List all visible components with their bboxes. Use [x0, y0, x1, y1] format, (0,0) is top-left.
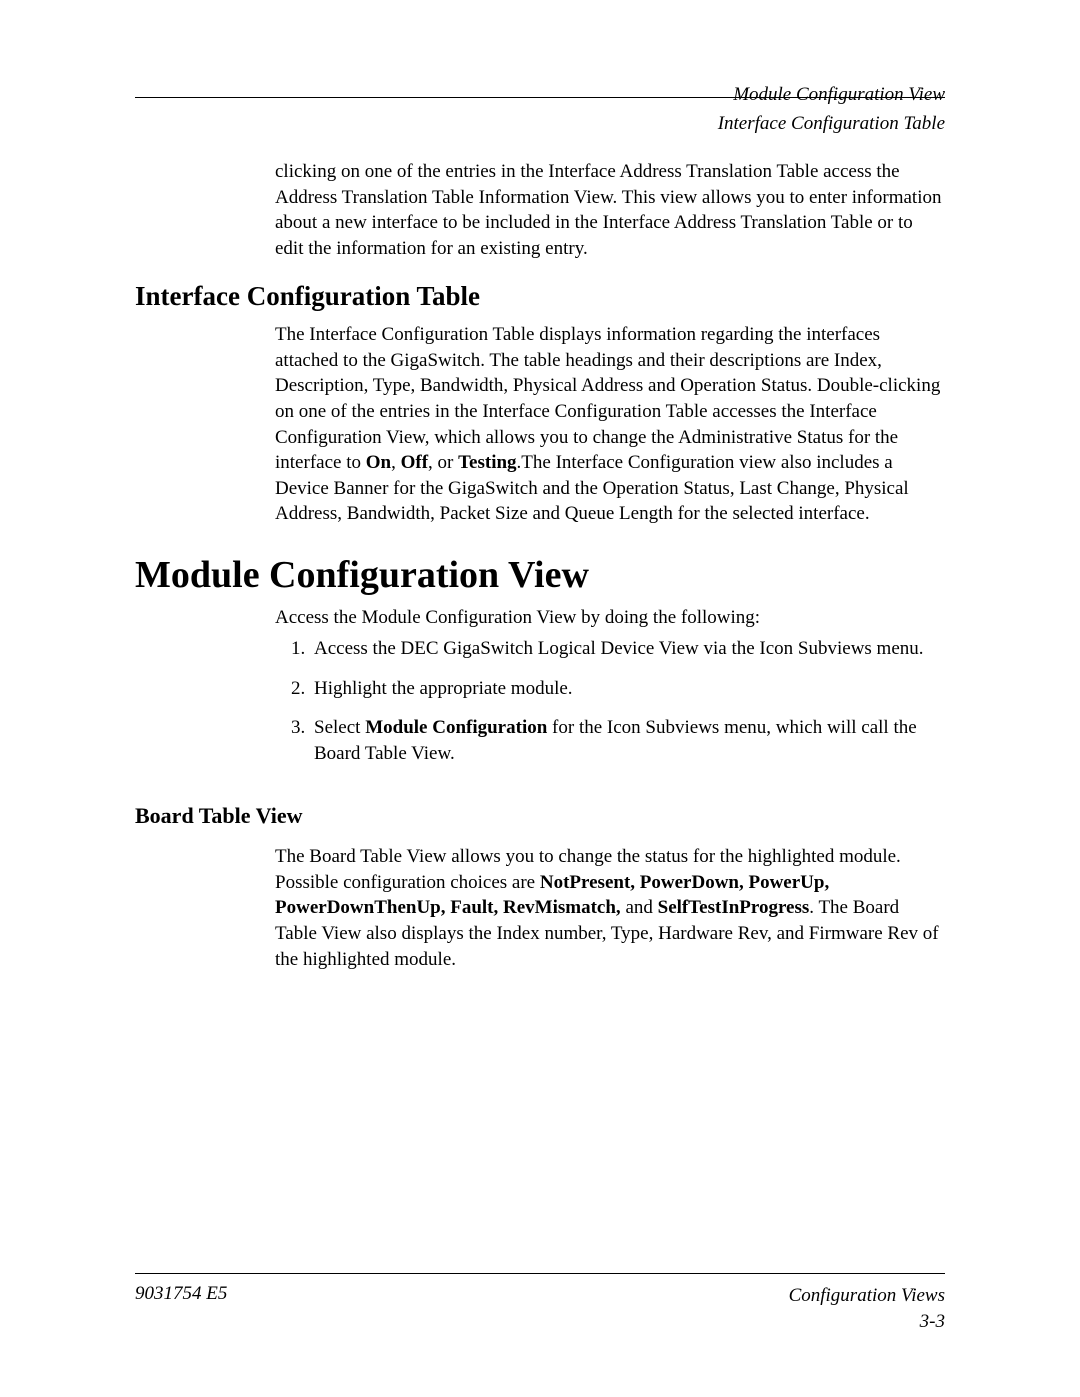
step-bold: Module Configuration: [365, 717, 547, 738]
text: ,: [391, 452, 401, 473]
intro-paragraph: clicking on one of the entries in the In…: [275, 159, 945, 262]
step-text: Highlight the appropriate module.: [314, 678, 573, 699]
text: and: [621, 897, 658, 918]
heading-board-table-view: Board Table View: [135, 803, 302, 829]
header-line-2: Interface Configuration Table: [718, 109, 945, 138]
footer-rule: [135, 1273, 945, 1274]
footer-right: Configuration Views 3-3: [789, 1283, 945, 1334]
text: The Interface Configuration Table displa…: [275, 324, 940, 473]
page: Module Configuration View Interface Conf…: [0, 0, 1080, 1397]
heading-interface-config-table: Interface Configuration Table: [135, 281, 480, 312]
list-item: Highlight the appropriate module.: [310, 676, 945, 702]
footer-page-number: 3-3: [789, 1309, 945, 1335]
text: , or: [428, 452, 458, 473]
footer-section-title: Configuration Views: [789, 1283, 945, 1309]
board-table-paragraph: The Board Table View allows you to chang…: [275, 844, 945, 972]
header-line-1: Module Configuration View: [718, 80, 945, 109]
footer-docnum: 9031754 E5: [135, 1283, 227, 1305]
running-header: Module Configuration View Interface Conf…: [718, 80, 945, 139]
module-config-intro: Access the Module Configuration View by …: [275, 605, 945, 631]
step-pre: Select: [314, 717, 365, 738]
interface-config-paragraph: The Interface Configuration Table displa…: [275, 322, 945, 527]
bold-on: On: [366, 452, 391, 473]
list-item: Access the DEC GigaSwitch Logical Device…: [310, 636, 945, 662]
bold-choices-2: SelfTestInProgress: [658, 897, 810, 918]
step-text: Access the DEC GigaSwitch Logical Device…: [314, 638, 924, 659]
heading-module-config-view: Module Configuration View: [135, 553, 589, 597]
list-item: Select Module Configuration for the Icon…: [310, 715, 945, 766]
steps-list: Access the DEC GigaSwitch Logical Device…: [280, 636, 945, 781]
bold-testing: Testing: [458, 452, 516, 473]
bold-off: Off: [401, 452, 428, 473]
